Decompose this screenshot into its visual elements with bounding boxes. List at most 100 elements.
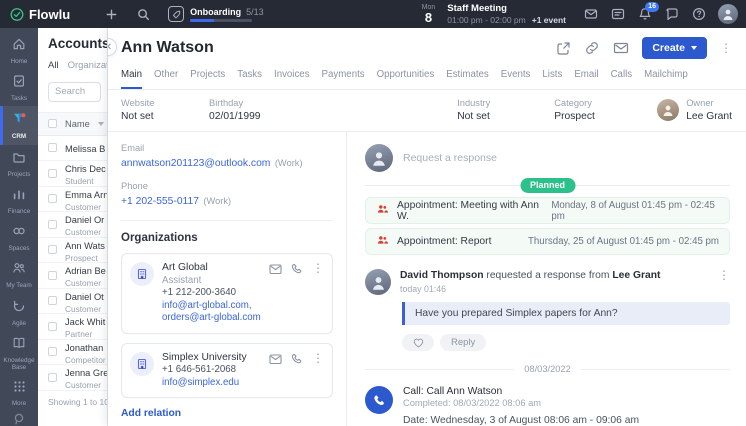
open-in-new-icon[interactable] (556, 41, 571, 56)
account-row[interactable]: Jenna GreCustomer (38, 365, 107, 391)
community-icon[interactable] (12, 412, 26, 426)
list-header: Name (38, 112, 107, 136)
tab-calls[interactable]: Calls (611, 69, 633, 89)
account-row[interactable]: Daniel OrCustomer (38, 212, 107, 238)
row-checkbox[interactable] (48, 322, 57, 331)
reply-button[interactable]: Reply (440, 334, 486, 351)
tab-organizations[interactable]: Organizations (68, 60, 107, 71)
notifications-bell-icon[interactable]: 16 (638, 7, 652, 21)
more-options-icon[interactable]: ⋮ (720, 42, 732, 54)
create-button[interactable]: Create (642, 37, 707, 59)
tab-tasks[interactable]: Tasks (237, 69, 262, 89)
account-row[interactable]: JonathanCompetitor (38, 340, 107, 366)
brand-logo[interactable]: Flowlu (10, 7, 70, 22)
appointment-item[interactable]: Appointment: Report Thursday, 25 of Augu… (365, 228, 730, 255)
account-row[interactable]: Adrian BeCustomer (38, 263, 107, 289)
sort-caret-icon[interactable] (98, 122, 104, 126)
tab-email[interactable]: Email (574, 69, 598, 89)
org-more-icon[interactable]: ⋮ (312, 262, 324, 274)
finance-icon (12, 187, 26, 206)
appointment-item[interactable]: Appointment: Meeting with Ann W. Monday,… (365, 197, 730, 224)
help-icon[interactable] (692, 7, 706, 21)
response-composer[interactable]: Request a response (365, 144, 730, 172)
row-checkbox[interactable] (48, 169, 57, 178)
tab-projects[interactable]: Projects (190, 69, 225, 89)
contact-email-link[interactable]: annwatson201123@outlook.com (121, 158, 270, 169)
row-checkbox[interactable] (48, 373, 57, 382)
account-row[interactable]: Chris DecStudent (38, 161, 107, 187)
account-row-ann-watson[interactable]: Ann WatsProspect (38, 238, 107, 264)
org-more-icon[interactable]: ⋮ (312, 352, 324, 364)
notes-icon[interactable] (611, 7, 625, 21)
row-checkbox[interactable] (48, 143, 57, 152)
org-email-link[interactable]: info@simplex.edu (162, 377, 261, 390)
composer-placeholder[interactable]: Request a response (403, 152, 497, 164)
feed-target[interactable]: Lee Grant (612, 270, 660, 281)
account-row[interactable]: Jack WhitPartner (38, 314, 107, 340)
column-name-label[interactable]: Name (65, 119, 90, 129)
sidebar-item-home[interactable]: Home (0, 32, 38, 69)
field-industry: Industry Not set (457, 97, 554, 123)
tab-main[interactable]: Main (121, 69, 142, 89)
tab-payments[interactable]: Payments (322, 69, 365, 89)
tab-events[interactable]: Events (501, 69, 531, 89)
feed-more-icon[interactable]: ⋮ (718, 269, 730, 295)
org-email-link[interactable]: info@art-global.com, (162, 300, 261, 313)
send-email-icon[interactable] (613, 41, 629, 55)
row-checkbox[interactable] (48, 271, 57, 280)
agenda-event[interactable]: Staff Meeting 01:00 pm - 02:00 pm +1 eve… (447, 3, 566, 25)
organization-card[interactable]: Simplex University +1 646-561-2068 info@… (121, 343, 333, 399)
org-email-link[interactable]: orders@art-global.com (162, 312, 261, 325)
sidebar-item-more[interactable]: More (0, 375, 38, 411)
user-avatar[interactable] (718, 4, 738, 24)
like-button[interactable] (402, 334, 434, 351)
chat-icon[interactable] (665, 7, 679, 21)
sidebar-item-my-team[interactable]: My Team (0, 256, 38, 293)
contact-phone-link[interactable]: +1 202-555-0117 (121, 196, 199, 207)
tab-mailchimp[interactable]: Mailchimp (644, 69, 688, 89)
search-icon[interactable] (136, 7, 150, 21)
account-row[interactable]: Melissa B (38, 136, 107, 162)
feed-author[interactable]: David Thompson (400, 270, 484, 281)
account-row[interactable]: Emma ArnCustomer (38, 187, 107, 213)
tab-invoices[interactable]: Invoices (274, 69, 310, 89)
owner-name[interactable]: Lee Grant (686, 110, 732, 124)
tab-estimates[interactable]: Estimates (446, 69, 489, 89)
feed-author-avatar[interactable] (365, 269, 391, 295)
event-extra-count[interactable]: +1 event (532, 15, 566, 25)
search-input[interactable] (48, 82, 101, 102)
select-all-checkbox[interactable] (48, 119, 57, 128)
row-checkbox[interactable] (48, 296, 57, 305)
organization-card[interactable]: Art Global Assistant +1 212-200-3640 inf… (121, 253, 333, 334)
sidebar-item-projects[interactable]: Projects (0, 145, 38, 182)
row-checkbox[interactable] (48, 194, 57, 203)
add-icon[interactable] (104, 7, 118, 21)
sidebar-item-tasks[interactable]: Tasks (0, 69, 38, 106)
tab-opportunities[interactable]: Opportunities (377, 69, 435, 89)
org-call-icon[interactable] (291, 352, 303, 370)
calendar-date[interactable]: Mon 8 (422, 4, 436, 24)
org-mail-icon[interactable] (269, 262, 282, 280)
sidebar-item-agile[interactable]: Agile (0, 294, 38, 331)
add-relation-link[interactable]: Add relation (121, 408, 181, 419)
onboarding-widget[interactable]: Onboarding 5/13 (168, 6, 264, 22)
brand-name: Flowlu (29, 7, 70, 22)
copy-link-icon[interactable] (584, 40, 600, 56)
tab-all[interactable]: All (48, 60, 59, 71)
tab-other[interactable]: Other (154, 69, 178, 89)
sidebar-item-finance[interactable]: Finance (0, 182, 38, 219)
sidebar-item-knowledge-base[interactable]: Knowledge Base (0, 331, 38, 375)
account-row[interactable]: Daniel OtCustomer (38, 289, 107, 315)
org-call-icon[interactable] (291, 262, 303, 280)
row-checkbox[interactable] (48, 220, 57, 229)
row-checkbox[interactable] (48, 245, 57, 254)
sidebar-item-crm[interactable]: CRM (0, 106, 38, 144)
org-mail-icon[interactable] (269, 352, 282, 370)
owner-avatar[interactable] (657, 99, 679, 121)
row-checkbox[interactable] (48, 347, 57, 356)
mail-icon[interactable] (584, 7, 598, 21)
attendees-icon (376, 202, 389, 220)
feed-item-call[interactable]: Call: Call Ann Watson Completed: 08/03/2… (365, 386, 730, 426)
tab-lists[interactable]: Lists (542, 69, 562, 89)
sidebar-item-spaces[interactable]: Spaces (0, 219, 38, 256)
